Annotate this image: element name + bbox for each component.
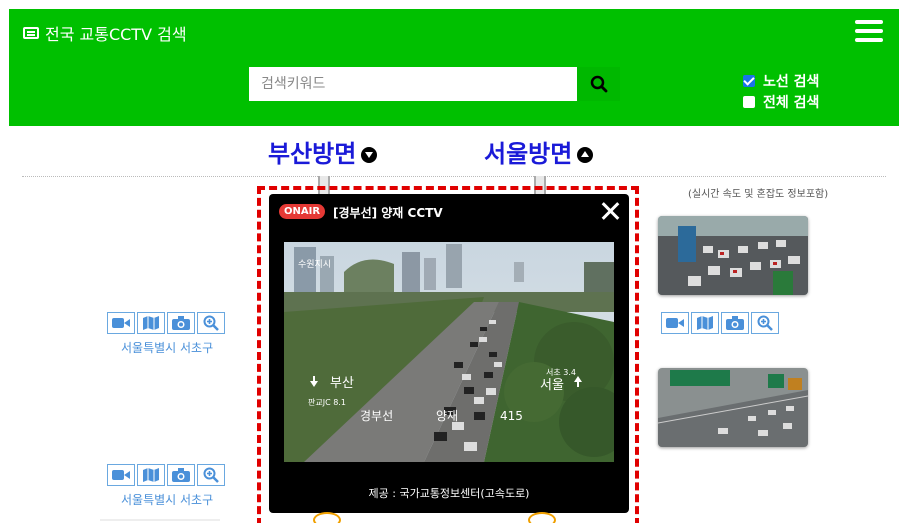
cctv-popup: ONAIR [경부선] 양재 CCTV 수원지시 부산 판교JC 8.1 경부선… — [269, 194, 629, 513]
popup-title: [경부선] 양재 CCTV — [333, 206, 443, 220]
list-icon — [23, 27, 39, 39]
seoul-direction-label: 서울방면 — [484, 140, 573, 168]
page: 전국 교통CCTV 검색 노선 검색 전체 검색 — [0, 0, 910, 523]
camera-icon — [172, 468, 190, 482]
road-marker — [528, 512, 556, 523]
right-cam-controls-1 — [661, 312, 779, 334]
zoom-button[interactable] — [751, 312, 779, 334]
seoul-direction-heading: 서울방면 — [484, 134, 594, 169]
left-cam-location-1[interactable]: 서울특별시 서초구 — [121, 339, 213, 356]
overlay-label: 415 — [500, 409, 523, 423]
all-search-checkbox[interactable] — [743, 95, 755, 108]
all-search-option[interactable]: 전체 검색 — [743, 91, 819, 112]
overlay-label: 부산 — [330, 376, 354, 391]
video-icon — [666, 318, 684, 328]
camera-icon — [172, 316, 190, 330]
map-icon — [697, 316, 713, 330]
zoom-button[interactable] — [197, 312, 225, 334]
header-bar: 전국 교통CCTV 검색 노선 검색 전체 검색 — [9, 9, 899, 126]
traffic-jam-image — [658, 216, 808, 295]
onair-badge: ONAIR — [279, 204, 326, 219]
zoom-button[interactable] — [197, 464, 225, 486]
road-marker — [313, 512, 341, 523]
route-search-checkbox[interactable] — [743, 74, 755, 87]
left-cam-controls-1 — [107, 312, 225, 334]
popup-credit: 제공 : 국가교통정보센터(고속도로) — [368, 487, 530, 500]
camera-icon — [726, 316, 744, 330]
busan-direction-heading: 부산방면 — [268, 134, 378, 169]
divider — [100, 519, 220, 521]
video-button[interactable] — [107, 464, 135, 486]
cctv-thumbnail[interactable] — [658, 368, 808, 447]
camera-button[interactable] — [167, 464, 195, 486]
app-title-text: 전국 교통CCTV 검색 — [45, 25, 187, 44]
overlay-label: 경부선 — [360, 409, 393, 423]
close-icon[interactable] — [599, 200, 621, 222]
zoom-in-icon — [757, 315, 773, 331]
map-icon — [143, 468, 159, 482]
video-button[interactable] — [107, 312, 135, 334]
overlay-label: 판교JC 8.1 — [308, 398, 346, 407]
video-icon — [112, 318, 130, 328]
hamburger-menu-icon[interactable] — [855, 20, 883, 42]
arrow-down-icon — [361, 146, 378, 163]
divider — [22, 176, 886, 177]
arrow-up-icon — [577, 146, 594, 163]
zoom-in-icon — [203, 467, 219, 483]
video-button[interactable] — [661, 312, 689, 334]
route-search-label: 노선 검색 — [763, 73, 820, 90]
overlay-label: 서초 3.4 — [546, 368, 576, 377]
overlay-label: 수원지시 — [298, 259, 331, 270]
app-title[interactable]: 전국 교통CCTV 검색 — [23, 21, 187, 45]
busan-direction-label: 부산방면 — [268, 140, 357, 168]
cctv-video[interactable]: 수원지시 부산 판교JC 8.1 경부선 양재 415 서초 3.4 서울 — [284, 242, 614, 462]
overlay-label: 서울 — [540, 378, 564, 393]
camera-button[interactable] — [167, 312, 195, 334]
map-button[interactable] — [137, 464, 165, 486]
overlay-label: 양재 — [436, 409, 458, 423]
search-icon — [590, 75, 607, 93]
left-cam-controls-2 — [107, 464, 225, 486]
highway-video-frame: 수원지시 부산 판교JC 8.1 경부선 양재 415 서초 3.4 서울 — [284, 242, 614, 462]
video-icon — [112, 470, 130, 480]
left-cam-location-2[interactable]: 서울특별시 서초구 — [121, 491, 213, 508]
map-icon — [143, 316, 159, 330]
map-button[interactable] — [691, 312, 719, 334]
zoom-in-icon — [203, 315, 219, 331]
search-bar — [249, 67, 620, 101]
highway-image — [658, 368, 808, 447]
search-button[interactable] — [577, 67, 620, 101]
camera-button[interactable] — [721, 312, 749, 334]
all-search-label: 전체 검색 — [763, 94, 820, 111]
search-options: 노선 검색 전체 검색 — [743, 70, 819, 112]
info-note: (실시간 속도 및 혼잡도 정보포함) — [688, 189, 829, 200]
map-button[interactable] — [137, 312, 165, 334]
cctv-thumbnail[interactable] — [658, 216, 808, 295]
search-input[interactable] — [249, 67, 577, 101]
route-search-option[interactable]: 노선 검색 — [743, 70, 819, 91]
